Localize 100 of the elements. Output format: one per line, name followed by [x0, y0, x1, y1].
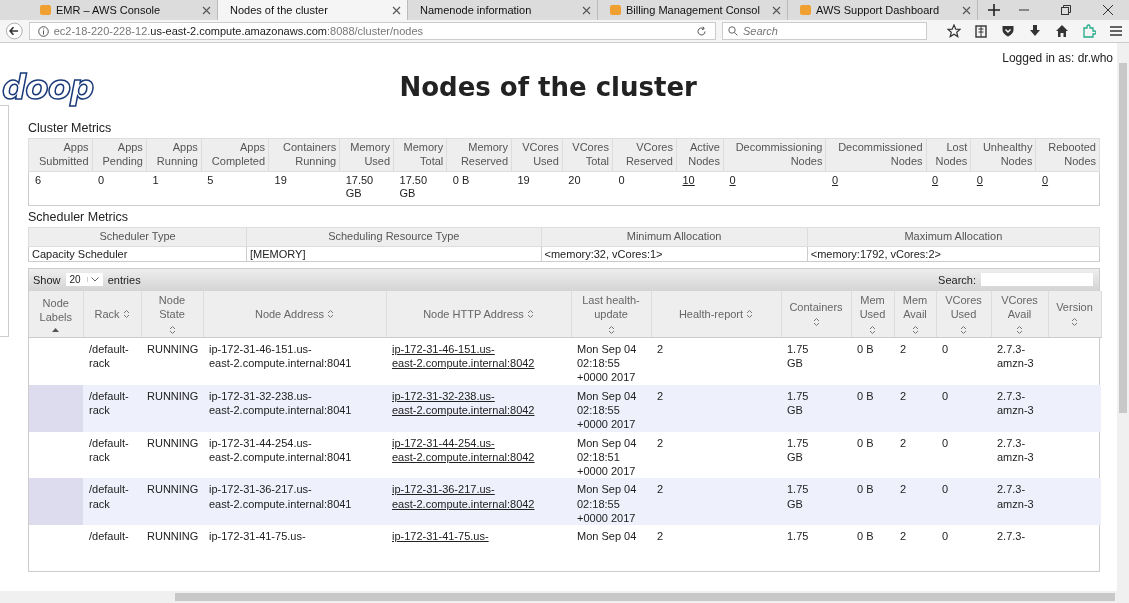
node-state-cell: RUNNING [147, 436, 199, 449]
download-icon[interactable] [1028, 24, 1042, 38]
node-state-cell: RUNNING [147, 483, 199, 496]
metric-link[interactable]: 10 [676, 171, 724, 206]
column-header[interactable]: Rack [83, 290, 141, 338]
new-tab-icon[interactable] [988, 4, 1000, 16]
column-header[interactable]: Node Address [203, 290, 386, 338]
close-icon[interactable] [962, 5, 971, 15]
column-header: Memory Used [339, 138, 394, 171]
shield-icon[interactable] [1001, 24, 1015, 38]
column-header[interactable]: VCores Avail [991, 290, 1048, 338]
metric-link[interactable]: 0 [825, 171, 926, 206]
containers-cell: 2 [657, 342, 664, 355]
vcores-used-cell: 2 [900, 530, 907, 543]
metric-value: 0 [92, 171, 147, 206]
health-update-cell: Mon Sep 04 [577, 530, 637, 543]
column-header: VCores Reserved [612, 138, 677, 171]
column-header: Decommissioned Nodes [825, 138, 926, 171]
close-icon[interactable] [772, 5, 781, 15]
metric-value: 19 [511, 171, 563, 206]
column-header: Apps Pending [92, 138, 147, 171]
reading-list-icon[interactable] [974, 24, 988, 38]
mem-avail-cell: 0 B [857, 436, 874, 449]
horizontal-scrollbar[interactable] [0, 591, 1129, 603]
close-icon[interactable] [202, 5, 211, 15]
version-cell: 2.7.3- amzn-3 [997, 389, 1034, 416]
metric-link[interactable]: 0 [723, 171, 826, 206]
vcores-used-cell: 2 [900, 436, 907, 449]
metric-value: 1 [146, 171, 202, 206]
column-header[interactable]: Node Labels [29, 290, 83, 338]
column-header[interactable]: VCores Used [936, 290, 991, 338]
version-cell: 2.7.3- amzn-3 [997, 342, 1034, 370]
metric-value: 5 [201, 171, 269, 206]
home-icon[interactable] [1055, 24, 1069, 38]
health-update-cell: Mon Sep 04 02:18:55 +0000 2017 [577, 342, 637, 384]
mem-avail-cell: 0 B [857, 530, 874, 543]
caret-icon [86, 277, 99, 283]
browser-tab[interactable]: Nodes of the cluster [218, 0, 408, 20]
metric-value: 0 [612, 171, 677, 206]
vcores-used-cell: 2 [900, 389, 907, 402]
search-field[interactable] [981, 273, 1093, 287]
reload-icon[interactable] [696, 25, 707, 37]
node-state-cell: RUNNING [147, 530, 199, 543]
column-header[interactable]: Health-report [651, 290, 781, 338]
mem-avail-cell: 0 B [857, 342, 874, 355]
version-cell: 2.7.3- amzn-3 [997, 483, 1034, 510]
vcores-avail-cell: 0 [942, 342, 949, 355]
vertical-scrollbar[interactable] [1117, 43, 1129, 591]
metric-link[interactable]: 0 [1035, 171, 1100, 206]
close-icon[interactable] [582, 5, 591, 15]
node-http-link[interactable]: ip-172-31-46-151.us- east-2.compute.internal:8042 [392, 341, 567, 371]
containers-cell: 2 [657, 436, 664, 449]
address-bar[interactable]: ec2-18-220-228-12.us-east-2.compute.amazonaws.com:8088/cluster/nodes [28, 22, 716, 40]
table-cell: <memory:1792, vCores:2> [807, 246, 1100, 262]
search-field[interactable]: Search [722, 22, 927, 40]
containers-cell: 2 [657, 389, 664, 402]
close-icon[interactable] [392, 5, 401, 15]
column-header[interactable]: Node HTTP Address [386, 290, 571, 338]
metric-value: 17.50 GB [339, 171, 394, 206]
column-header: Scheduling Resource Type [246, 227, 542, 247]
back-icon[interactable] [6, 22, 23, 40]
node-http-link[interactable]: ip-172-31-44-254.us- east-2.compute.internal:8042 [392, 435, 567, 465]
rack-cell: /default- rack [89, 436, 129, 463]
column-header: Rebooted Nodes [1035, 138, 1100, 171]
metric-link[interactable]: 0 [970, 171, 1036, 206]
metric-value: 0 B [446, 171, 512, 206]
column-header[interactable]: Version [1048, 290, 1101, 338]
column-header: Unhealthy Nodes [970, 138, 1036, 171]
rack-cell: /default- [89, 530, 129, 543]
node-http-link[interactable]: ip-172-31-41-75.us- [392, 529, 567, 544]
restore-icon[interactable] [1061, 5, 1071, 15]
metric-value: 6 [28, 171, 92, 206]
section-heading: Scheduler Metrics [28, 209, 130, 226]
mem-used-cell: 1.75 GB [787, 389, 809, 416]
version-cell: 2.7.3- [997, 530, 1026, 543]
column-header[interactable]: Mem Avail [894, 290, 936, 338]
column-header[interactable]: Containers [781, 290, 851, 338]
column-header[interactable]: Last health-update [571, 290, 651, 338]
rack-cell: /default- rack [89, 483, 129, 510]
menu-icon[interactable] [1109, 24, 1123, 38]
version-cell: 2.7.3- amzn-3 [997, 436, 1034, 463]
column-header: Minimum Allocation [541, 227, 808, 247]
column-header: Apps Submitted [28, 138, 92, 171]
column-header: Apps Completed [201, 138, 269, 171]
table-cell: <memory:32, vCores:1> [541, 246, 808, 262]
column-header: Containers Running [268, 138, 340, 171]
metric-link[interactable]: 0 [926, 171, 971, 206]
column-header: Maximum Allocation [807, 227, 1100, 247]
column-header[interactable]: Node State [141, 290, 203, 338]
mem-used-cell: 1.75 [787, 530, 809, 543]
star-icon[interactable] [947, 24, 961, 38]
node-address-cell: ip-172-31-41-75.us- [209, 530, 306, 543]
rack-cell: /default- rack [89, 389, 129, 416]
vcores-used-cell: 2 [900, 342, 907, 355]
column-header[interactable]: Mem Used [851, 290, 894, 338]
health-update-cell: Mon Sep 04 02:18:51 +0000 2017 [577, 436, 637, 478]
page-size-dropdown[interactable]: 20 [65, 273, 103, 287]
entries-label: entries [107, 273, 141, 286]
close-icon[interactable] [1103, 5, 1113, 15]
mem-used-cell: 1.75 GB [787, 436, 809, 463]
